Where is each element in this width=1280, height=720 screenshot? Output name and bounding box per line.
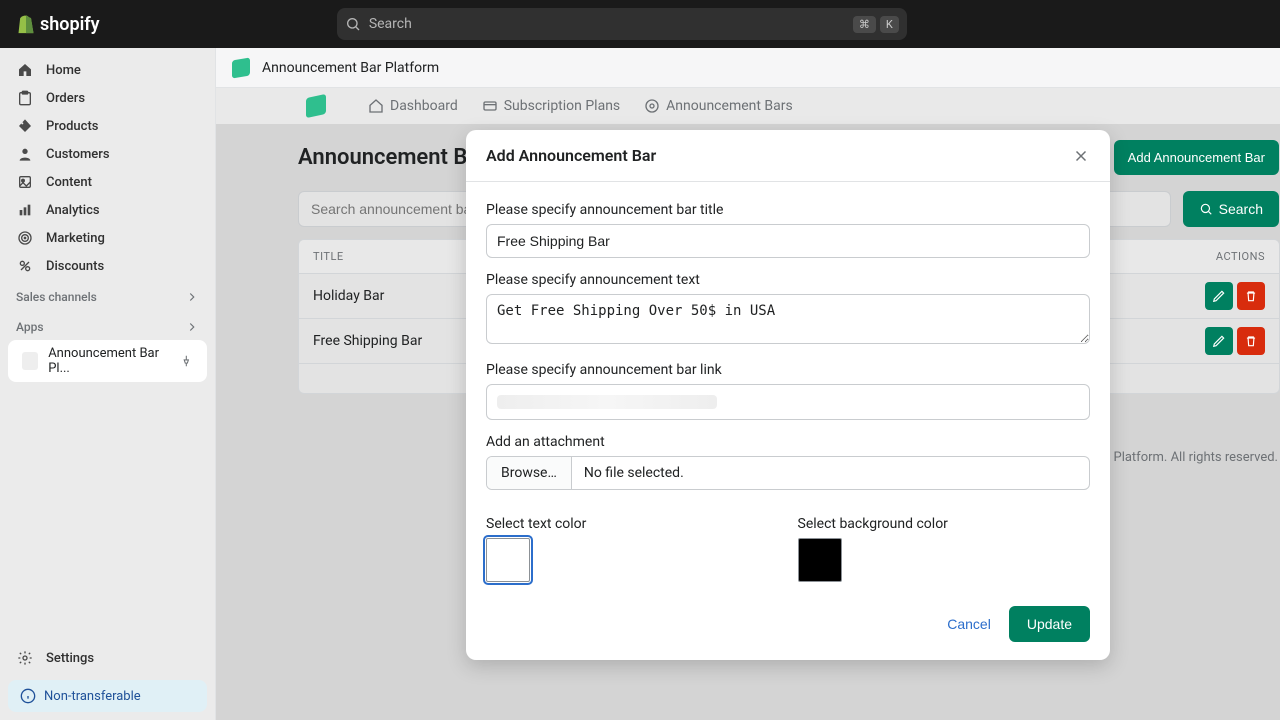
pencil-icon	[1212, 289, 1226, 303]
tab-dashboard[interactable]: Dashboard	[368, 98, 458, 114]
section-apps[interactable]: Apps	[0, 310, 215, 340]
search-placeholder: Search	[369, 16, 853, 32]
kbd-cmd: ⌘	[853, 16, 876, 33]
input-bar-text[interactable]	[486, 294, 1090, 344]
bg-color-swatch[interactable]	[798, 538, 842, 582]
content-icon	[17, 174, 33, 190]
shopify-bag-icon	[16, 13, 36, 35]
tab-label: Dashboard	[390, 98, 458, 114]
app-icon	[22, 352, 38, 370]
sidebar: Home Orders Products Customers Content A…	[0, 48, 216, 720]
label-bg-color: Select background color	[798, 516, 1088, 532]
search-button-label: Search	[1219, 201, 1263, 217]
tab-label: Subscription Plans	[504, 98, 620, 114]
label-attachment: Add an attachment	[486, 434, 1090, 450]
nontransferable-label: Non-transferable	[44, 689, 141, 704]
search-button[interactable]: Search	[1183, 191, 1279, 227]
gear-icon	[17, 650, 33, 666]
app-item-announcement-bar[interactable]: Announcement Bar Pl...	[8, 340, 207, 382]
cog-icon	[644, 98, 660, 114]
update-button[interactable]: Update	[1009, 606, 1090, 642]
add-announcement-bar-button[interactable]: Add Announcement Bar	[1114, 140, 1279, 175]
chevron-right-icon	[185, 320, 199, 334]
nav-label: Products	[46, 119, 98, 134]
nav-label: Orders	[46, 91, 85, 106]
trash-icon	[1244, 334, 1258, 348]
section-sales-channels[interactable]: Sales channels	[0, 280, 215, 310]
chevron-right-icon	[185, 290, 199, 304]
cancel-button[interactable]: Cancel	[947, 616, 991, 632]
home-icon	[17, 62, 33, 78]
global-search[interactable]: Search ⌘ K	[337, 8, 907, 40]
kbd-k: K	[880, 16, 899, 33]
delete-button[interactable]	[1237, 282, 1265, 310]
search-icon	[345, 16, 361, 32]
pin-icon[interactable]	[180, 354, 193, 368]
link-skeleton	[497, 395, 717, 409]
search-shortcut: ⌘ K	[853, 16, 899, 33]
delete-button[interactable]	[1237, 327, 1265, 355]
inner-nav: Dashboard Subscription Plans Announcemen…	[216, 88, 1280, 124]
discounts-icon	[17, 258, 33, 274]
file-selected-label: No file selected.	[572, 457, 696, 489]
nav-content[interactable]: Content	[0, 168, 215, 196]
tab-label: Announcement Bars	[666, 98, 793, 114]
nav-label: Discounts	[46, 259, 104, 274]
brand-text: shopify	[40, 14, 100, 35]
app-item-label: Announcement Bar Pl...	[48, 346, 170, 376]
add-announcement-modal: Add Announcement Bar Please specify anno…	[466, 130, 1110, 660]
nav-marketing[interactable]: Marketing	[0, 224, 215, 252]
trash-icon	[1244, 289, 1258, 303]
marketing-icon	[17, 230, 33, 246]
label-bar-title: Please specify announcement bar title	[486, 202, 1090, 218]
analytics-icon	[17, 202, 33, 218]
app-header-icon	[232, 57, 250, 78]
nav-customers[interactable]: Customers	[0, 140, 215, 168]
nav-discounts[interactable]: Discounts	[0, 252, 215, 280]
nav-label: Home	[46, 63, 81, 78]
app-header: Announcement Bar Platform	[216, 48, 1280, 88]
nav-label: Content	[46, 175, 92, 190]
info-icon	[20, 688, 36, 704]
nav-label: Analytics	[46, 203, 100, 218]
topbar: shopify Search ⌘ K	[0, 0, 1280, 48]
col-actions: Actions	[1202, 240, 1279, 273]
brand-logo: shopify	[16, 13, 100, 35]
nav-label: Customers	[46, 147, 110, 162]
nav-analytics[interactable]: Analytics	[0, 196, 215, 224]
input-bar-link[interactable]	[486, 384, 1090, 420]
orders-icon	[17, 90, 33, 106]
inner-app-logo	[306, 94, 326, 118]
file-input[interactable]: Browse… No file selected.	[486, 456, 1090, 490]
search-icon	[1199, 202, 1213, 216]
tab-announcement-bars[interactable]: Announcement Bars	[644, 98, 793, 114]
close-icon[interactable]	[1072, 147, 1090, 165]
section-label: Sales channels	[16, 290, 97, 304]
label-bar-text: Please specify announcement text	[486, 272, 1090, 288]
home-outline-icon	[368, 98, 384, 114]
section-label: Apps	[16, 320, 44, 334]
label-bar-link: Please specify announcement bar link	[486, 362, 1090, 378]
edit-button[interactable]	[1205, 327, 1233, 355]
label-text-color: Select text color	[486, 516, 776, 532]
products-icon	[17, 118, 33, 134]
edit-button[interactable]	[1205, 282, 1233, 310]
nontransferable-banner[interactable]: Non-transferable	[8, 680, 207, 712]
browse-button[interactable]: Browse…	[487, 457, 572, 489]
input-bar-title[interactable]	[486, 224, 1090, 258]
nav-orders[interactable]: Orders	[0, 84, 215, 112]
customers-icon	[17, 146, 33, 162]
nav-home[interactable]: Home	[0, 56, 215, 84]
nav-label: Settings	[46, 651, 94, 666]
text-color-swatch[interactable]	[486, 538, 530, 582]
app-header-title: Announcement Bar Platform	[262, 60, 439, 76]
nav-settings[interactable]: Settings	[0, 644, 215, 672]
nav-products[interactable]: Products	[0, 112, 215, 140]
tab-subscription[interactable]: Subscription Plans	[482, 98, 620, 114]
card-icon	[482, 98, 498, 114]
pencil-icon	[1212, 334, 1226, 348]
modal-title: Add Announcement Bar	[486, 146, 656, 165]
nav-label: Marketing	[46, 231, 105, 246]
